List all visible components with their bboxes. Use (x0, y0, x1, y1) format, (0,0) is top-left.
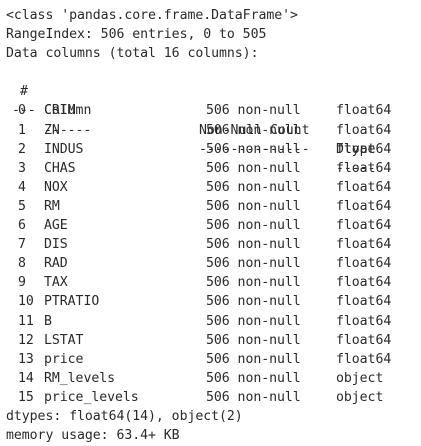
table-row: 11 B 506 non-null float64 (6, 312, 418, 331)
row-non-null-count: 506 non-null (206, 160, 301, 176)
row-dtype: float64 (336, 179, 392, 195)
row-index: 2 (18, 141, 26, 157)
row-non-null-count: 506 non-null (206, 198, 301, 214)
table-row: 2 INDUS 506 non-null float64 (6, 140, 418, 159)
row-dtype: float64 (336, 198, 392, 214)
row-non-null-count: 506 non-null (206, 275, 301, 291)
row-index: 13 (18, 351, 34, 367)
row-column-name: LSTAT (44, 332, 84, 348)
row-non-null-count: 506 non-null (206, 332, 301, 348)
row-column-name: RAD (44, 256, 68, 272)
table-row: 0 CRIM 506 non-null float64 (6, 101, 418, 120)
row-dtype: float64 (336, 218, 392, 234)
dtypes-line: dtypes: float64(14), object(2) (6, 408, 243, 424)
dataframe-info-output: <class 'pandas.core.frame.DataFrame'> Ra… (6, 6, 418, 445)
table-body: 0 CRIM 506 non-null float64 1 ZN 506 non-null f… (6, 101, 418, 407)
row-column-name: ZN (44, 122, 60, 138)
row-dtype: float64 (336, 122, 392, 138)
table-row: 5 RM 506 non-null float64 (6, 197, 418, 216)
row-index: 11 (18, 313, 34, 329)
row-non-null-count: 506 non-null (206, 256, 301, 272)
row-dtype: float64 (336, 332, 392, 348)
range-index-line: RangeIndex: 506 entries, 0 to 505 (6, 27, 267, 43)
row-column-name: CRIM (44, 103, 76, 119)
row-dtype: float64 (336, 160, 392, 176)
row-non-null-count: 506 non-null (206, 103, 301, 119)
row-index: 14 (18, 370, 34, 386)
row-non-null-count: 506 non-null (206, 351, 301, 367)
row-non-null-count: 506 non-null (206, 237, 301, 253)
table-row: 4 NOX 506 non-null float64 (6, 178, 418, 197)
row-index: 9 (18, 275, 26, 291)
row-column-name: price (44, 351, 84, 367)
table-row: 14 RM_levels 506 non-null object (6, 369, 418, 388)
table-row: 8 RAD 506 non-null float64 (6, 254, 418, 273)
row-column-name: B (44, 313, 52, 329)
row-index: 6 (18, 218, 26, 234)
row-dtype: object (336, 389, 384, 405)
row-dtype: float64 (336, 275, 392, 291)
row-non-null-count: 506 non-null (206, 313, 301, 329)
row-index: 8 (18, 256, 26, 272)
table-separator: --- ------ -------------- ----- (6, 82, 418, 175)
row-non-null-count: 506 non-null (206, 218, 301, 234)
row-non-null-count: 506 non-null (206, 389, 301, 405)
row-column-name: INDUS (44, 141, 84, 157)
row-index: 10 (18, 294, 34, 310)
row-non-null-count: 506 non-null (206, 179, 301, 195)
row-non-null-count: 506 non-null (206, 370, 301, 386)
table-row: 13 price 506 non-null float64 (6, 350, 418, 369)
memory-usage-line: memory usage: 63.4+ KB (6, 428, 180, 444)
row-column-name: CHAS (44, 160, 76, 176)
row-index: 1 (18, 122, 26, 138)
row-column-name: NOX (44, 179, 68, 195)
table-header: # Column Non-Null Count Dtype (6, 63, 418, 156)
table-row: 1 ZN 506 non-null float64 (6, 121, 418, 140)
table-row: 9 TAX 506 non-null float64 (6, 273, 418, 292)
row-dtype: float64 (336, 313, 392, 329)
table-row: 15 price_levels 506 non-null object (6, 388, 418, 407)
row-column-name: DIS (44, 237, 68, 253)
row-column-name: price_levels (44, 389, 139, 405)
row-index: 5 (18, 198, 26, 214)
row-column-name: RM (44, 198, 60, 214)
row-dtype: float64 (336, 237, 392, 253)
class-line: <class 'pandas.core.frame.DataFrame'> (6, 8, 298, 23)
row-dtype: float64 (336, 351, 392, 367)
table-row: 7 DIS 506 non-null float64 (6, 235, 418, 254)
row-dtype: float64 (336, 294, 392, 310)
row-dtype: float64 (336, 103, 392, 119)
table-row: 6 AGE 506 non-null float64 (6, 216, 418, 235)
row-dtype: float64 (336, 141, 392, 157)
data-columns-line: Data columns (total 16 columns): (6, 46, 259, 62)
row-column-name: RM_levels (44, 370, 116, 386)
row-index: 15 (18, 389, 34, 405)
table-row: 12 LSTAT 506 non-null float64 (6, 331, 418, 350)
row-dtype: object (336, 370, 384, 386)
table-row: 3 CHAS 506 non-null float64 (6, 159, 418, 178)
row-dtype: float64 (336, 256, 392, 272)
row-column-name: PTRATIO (44, 294, 100, 310)
row-non-null-count: 506 non-null (206, 141, 301, 157)
row-index: 0 (18, 103, 26, 119)
row-column-name: AGE (44, 218, 68, 234)
row-index: 12 (18, 332, 34, 348)
row-index: 4 (18, 179, 26, 195)
row-index: 3 (18, 160, 26, 176)
row-non-null-count: 506 non-null (206, 122, 301, 138)
row-non-null-count: 506 non-null (206, 294, 301, 310)
row-index: 7 (18, 237, 26, 253)
table-row: 10 PTRATIO 506 non-null float64 (6, 292, 418, 311)
row-column-name: TAX (44, 275, 68, 291)
